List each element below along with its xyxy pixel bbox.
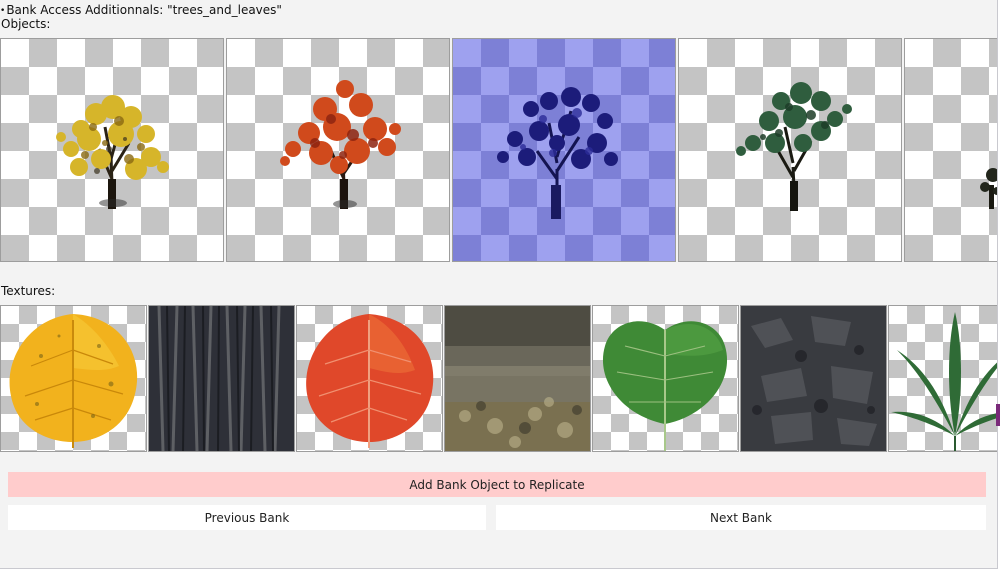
yellow-leaf-icon (9, 314, 138, 448)
bark-texture-icon (149, 306, 294, 451)
texture-tile-dark-rock[interactable] (740, 305, 887, 452)
green-tree-icon (736, 82, 852, 211)
green-leaf-icon (602, 321, 728, 451)
add-bank-object-button[interactable]: Add Bank Object to Replicate (8, 472, 986, 497)
window-title-text: Bank Access Additionnals: "trees_and_lea… (6, 3, 282, 17)
object-tile-blue-tree[interactable] (452, 38, 676, 262)
yellow-tree-icon (56, 95, 169, 209)
object-tile-partial-tree[interactable] (904, 38, 997, 262)
objects-strip[interactable] (0, 37, 997, 263)
red-leaf-icon (306, 314, 434, 448)
partial-tree-icon (980, 168, 997, 209)
rock-texture-icon (741, 306, 886, 451)
object-tile-red-tree[interactable] (226, 38, 450, 262)
cannabis-leaf-icon (891, 312, 997, 451)
object-tile-green-tree[interactable] (678, 38, 902, 262)
grass-texture-icon (445, 306, 590, 451)
bank-access-panel: •Bank Access Additionnals: "trees_and_le… (0, 0, 998, 569)
object-tile-yellow-tree[interactable] (0, 38, 224, 262)
objects-label: Objects: (1, 17, 51, 31)
texture-tile-cannabis-leaf[interactable] (888, 305, 997, 452)
blue-tree-icon (497, 87, 618, 219)
texture-tile-red-leaf[interactable] (296, 305, 443, 452)
textures-label: Textures: (1, 284, 56, 298)
texture-tile-grass-ground[interactable] (444, 305, 591, 452)
red-tree-icon (280, 80, 401, 209)
texture-tile-yellow-leaf[interactable] (0, 305, 147, 452)
texture-tile-dark-bark[interactable] (148, 305, 295, 452)
previous-bank-button[interactable]: Previous Bank (8, 505, 486, 530)
next-bank-button[interactable]: Next Bank (496, 505, 986, 530)
bullet-icon: • (0, 6, 6, 16)
window-edge-marker (996, 404, 1000, 426)
texture-tile-green-leaf[interactable] (592, 305, 739, 452)
textures-strip[interactable] (0, 304, 997, 452)
